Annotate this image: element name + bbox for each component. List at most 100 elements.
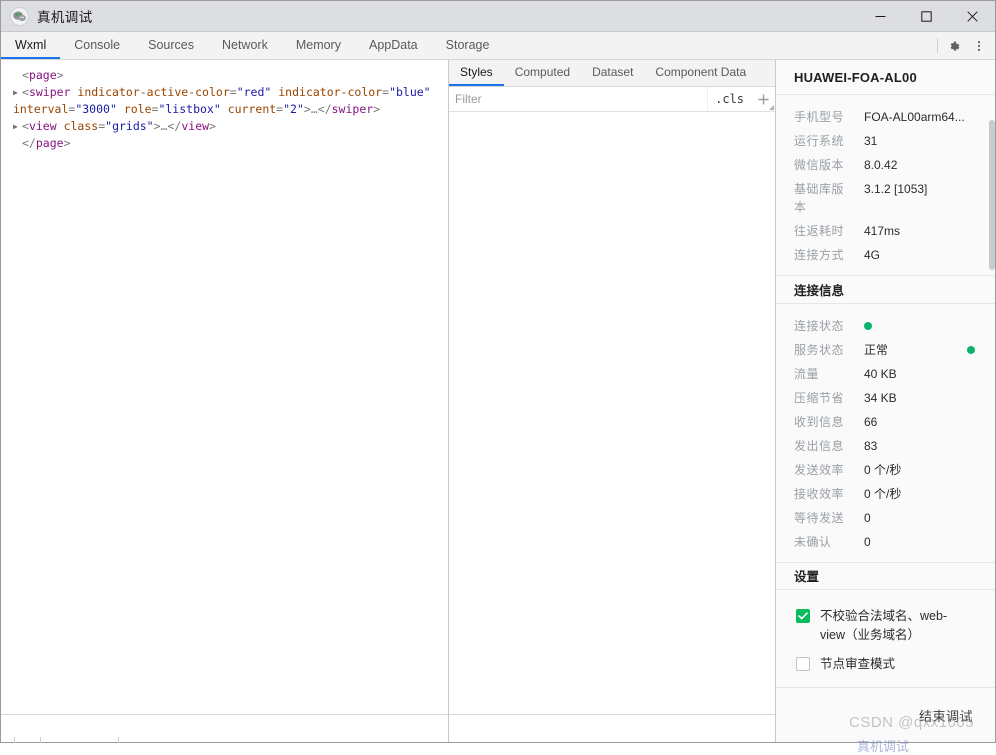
- setting-label: 不校验合法域名、web-view（业务域名）: [820, 609, 948, 642]
- tab-styles[interactable]: Styles: [449, 60, 504, 86]
- info-value-text: 0: [864, 510, 871, 525]
- scrollbar-thumb[interactable]: [989, 120, 995, 270]
- cls-toggle-button[interactable]: .cls: [707, 87, 751, 111]
- tab-wxml-label: Wxml: [15, 37, 47, 52]
- setting-label: 节点审查模式: [820, 657, 896, 671]
- checkbox-checked[interactable]: [796, 609, 810, 623]
- tab-memory[interactable]: Memory: [282, 32, 355, 59]
- wxml-token-plain: [431, 85, 438, 99]
- wxml-token-tag: swiper: [28, 85, 71, 99]
- wxml-token-val: "grids": [105, 119, 154, 133]
- devtools-toolbar: [932, 32, 995, 59]
- styles-rules-area[interactable]: [449, 112, 775, 714]
- tab-storage-label: Storage: [445, 37, 490, 52]
- wxml-token-punct: </: [317, 102, 332, 116]
- devtools-tab-strip: Wxml Console Sources Network Memory AppD…: [1, 32, 995, 60]
- wxml-token-val: "2": [283, 102, 304, 116]
- wxml-token-val: "red": [236, 85, 272, 99]
- wxml-token-punct: <: [22, 68, 29, 82]
- info-value-text: 0 个/秒: [864, 462, 902, 477]
- info-value-text: 34 KB: [864, 390, 897, 405]
- tab-storage[interactable]: Storage: [432, 32, 504, 59]
- wxml-token-punct: >: [56, 68, 64, 82]
- info-value-text: 4G: [864, 248, 881, 262]
- tab-console[interactable]: Console: [60, 32, 134, 59]
- device-info-row: 手机型号 FOA-AL00arm64...: [776, 105, 995, 129]
- device-panel-scrollbar[interactable]: [988, 60, 995, 742]
- end-debug-button[interactable]: 结束调试: [919, 706, 973, 725]
- tab-computed[interactable]: Computed: [504, 60, 581, 86]
- info-value-text: 417ms: [864, 224, 901, 238]
- tab-dataset[interactable]: Dataset: [581, 60, 644, 86]
- main-body: <page> ▶ <swiper indicator-active-color="r…: [1, 60, 995, 742]
- connection-info-list: 连接状态 服务状态 正常 流量 40 KB 压缩节省 34 KB 收到信息 66 发出信息 83 发送…: [776, 303, 995, 562]
- status-dot-icon: [864, 322, 872, 331]
- info-value: FOA-AL00arm64...: [856, 108, 977, 126]
- wxml-token-attr: indicator-active-color: [77, 85, 230, 99]
- service-status-dot-icon: [967, 345, 975, 354]
- wxml-token-tag: page: [35, 136, 64, 150]
- tab-component-data[interactable]: Component Data: [644, 60, 757, 86]
- plus-icon[interactable]: [751, 87, 775, 111]
- info-value: 4G: [856, 246, 977, 264]
- wxml-token-tag: view: [181, 119, 210, 133]
- expand-triangle-icon[interactable]: ▶: [13, 118, 22, 135]
- setting-row[interactable]: 节点审查模式: [776, 650, 995, 679]
- wxml-token-punct: <: [22, 119, 29, 133]
- info-label: 等待发送: [794, 510, 845, 525]
- wxml-token-tag: view: [28, 119, 57, 133]
- wxml-line[interactable]: </page>: [1, 135, 448, 152]
- styles-filter-input[interactable]: [449, 87, 708, 111]
- info-label: 往返耗时: [794, 224, 845, 238]
- wxml-token-ellip: …: [310, 102, 318, 116]
- tab-dataset-label: Dataset: [592, 65, 634, 79]
- wxml-token-attr: indicator-color: [278, 85, 383, 99]
- wxml-token-punct: >: [303, 102, 311, 116]
- info-value: 31: [856, 132, 977, 150]
- window-controls: [857, 1, 995, 31]
- info-value: 0: [856, 509, 977, 527]
- info-value: 417ms: [856, 222, 977, 240]
- wxml-token-attr: role: [123, 102, 152, 116]
- info-label: 未确认: [794, 534, 832, 549]
- tab-network[interactable]: Network: [208, 32, 282, 59]
- wxml-line[interactable]: ▶ <swiper indicator-active-color="red" in…: [1, 84, 448, 118]
- wxml-token-plain: [117, 102, 124, 116]
- connection-info-row: 压缩节省 34 KB: [776, 386, 995, 410]
- wxml-token-attr: interval: [13, 102, 69, 116]
- info-label: 连接方式: [794, 248, 845, 262]
- wxml-tree[interactable]: <page> ▶ <swiper indicator-active-color="r…: [1, 60, 448, 714]
- info-label: 流量: [794, 366, 820, 381]
- kebab-menu-icon[interactable]: [967, 35, 991, 57]
- wxml-token-val: "listbox": [158, 102, 221, 116]
- setting-row[interactable]: 不校验合法域名、web-view（业务域名）: [776, 602, 995, 650]
- cls-toggle-label: .cls: [715, 92, 744, 106]
- connection-info-row: 连接状态: [776, 314, 995, 338]
- info-value-text: 0: [864, 534, 871, 549]
- info-value: 83: [856, 437, 977, 455]
- checkbox-unchecked[interactable]: [796, 657, 810, 671]
- maximize-button[interactable]: [903, 1, 949, 31]
- info-value-text: 8.0.42: [864, 158, 898, 172]
- wxml-line[interactable]: ▶ <view class="grids">…</view>: [1, 118, 448, 135]
- device-info-row: 微信版本 8.0.42: [776, 153, 995, 177]
- tab-sources[interactable]: Sources: [134, 32, 208, 59]
- info-value: 0 个/秒: [856, 485, 977, 503]
- tab-appdata[interactable]: AppData: [355, 32, 432, 59]
- connection-info-row: 服务状态 正常: [776, 338, 995, 362]
- tab-wxml[interactable]: Wxml: [1, 32, 61, 59]
- minimize-button[interactable]: [857, 1, 903, 31]
- wxml-token-tag: page: [28, 68, 57, 82]
- expand-triangle-icon[interactable]: ▶: [13, 84, 22, 101]
- wxml-line[interactable]: <page>: [1, 67, 448, 84]
- wxml-token-val: "3000": [75, 102, 117, 116]
- wxml-token-punct: </: [22, 136, 36, 150]
- gear-icon[interactable]: [943, 35, 967, 57]
- tab-component-data-label: Component Data: [655, 65, 747, 79]
- app-window: 真机调试 Wxml Console Sources Network Memory…: [0, 0, 996, 754]
- device-info-row: 连接方式 4G: [776, 243, 995, 267]
- info-label: 服务状态: [794, 342, 845, 357]
- close-button[interactable]: [949, 1, 995, 31]
- info-value-text: 83: [864, 438, 878, 453]
- connection-info-row: 发送效率 0 个/秒: [776, 458, 995, 482]
